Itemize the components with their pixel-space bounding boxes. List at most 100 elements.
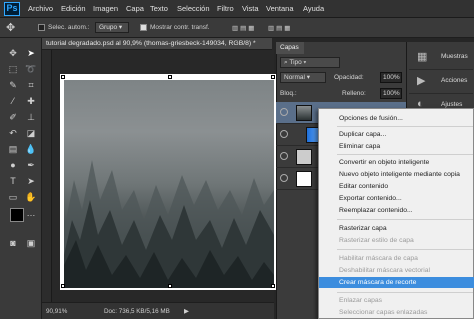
menu-item-duplicar-capa[interactable]: Duplicar capa... xyxy=(319,129,474,140)
dock-acciones[interactable]: ▶ Acciones xyxy=(409,70,473,94)
eye-icon[interactable] xyxy=(280,174,288,182)
move-icon[interactable]: ✥ xyxy=(6,46,20,60)
pen-icon[interactable]: ✒ xyxy=(24,158,38,172)
blur-icon[interactable]: 💧 xyxy=(24,142,38,156)
menu-texto[interactable]: Texto xyxy=(150,4,168,13)
lock-label: Bloq.: xyxy=(280,90,297,97)
menu-item-enlazar-capas[interactable]: Enlazar capas xyxy=(319,295,474,306)
menu-edicion[interactable]: Edición xyxy=(61,4,86,13)
zoom-level[interactable]: 90,91% xyxy=(46,308,67,315)
transform-handle-br[interactable] xyxy=(271,284,275,288)
arrow-icon[interactable]: ➤ xyxy=(24,46,38,60)
fill-input[interactable]: 100% xyxy=(380,88,402,99)
options-bar: ✥ Selec. autom.: Grupo ▾ Mostrar contr. … xyxy=(0,18,474,38)
autoselect-label: Selec. autom.: xyxy=(48,24,90,31)
dodge-icon[interactable]: ● xyxy=(6,158,20,172)
shape-icon[interactable]: ▭ xyxy=(6,190,20,204)
healing-icon[interactable]: ✚ xyxy=(24,94,38,108)
blend-mode-dropdown[interactable]: Normal ▾ xyxy=(280,72,326,83)
menu-archivo[interactable]: Archivo xyxy=(28,4,53,13)
menu-imagen[interactable]: Imagen xyxy=(93,4,118,13)
menu-ventana[interactable]: Ventana xyxy=(266,4,294,13)
menu-item-editar-contenido[interactable]: Editar contenido xyxy=(319,181,474,192)
blend-mode-value: Normal xyxy=(284,74,305,81)
opacity-input[interactable]: 100% xyxy=(380,72,402,83)
menu-ayuda[interactable]: Ayuda xyxy=(303,4,324,13)
dock-muestras[interactable]: ▦ Muestras xyxy=(409,46,473,70)
eye-icon[interactable] xyxy=(280,108,288,116)
eraser-icon[interactable]: ◪ xyxy=(24,126,38,140)
menu-item-exportar-contenido[interactable]: Exportar contenido... xyxy=(319,193,474,204)
status-arrow-icon[interactable]: ▶ xyxy=(184,308,189,315)
transform-handle-tr[interactable] xyxy=(271,75,275,79)
menu-item-opciones-fusion[interactable]: Opciones de fusión... xyxy=(319,113,474,124)
transform-handle-tm[interactable] xyxy=(168,75,172,79)
eye-icon[interactable] xyxy=(280,130,288,138)
layer-thumbnail xyxy=(296,149,312,165)
history-brush-icon[interactable]: ↶ xyxy=(6,126,20,140)
stamp-icon[interactable]: ⊥ xyxy=(24,110,38,124)
autoselect-group-dropdown[interactable]: Grupo ▾ xyxy=(95,22,129,33)
status-bar: 90,91% Doc: 736,5 KB/5,16 MB ▶ xyxy=(42,302,274,319)
document-title: tutorial degradado.psd al 90,9% (thomas-… xyxy=(46,40,256,47)
menu-item-nuevo-objeto-copia[interactable]: Nuevo objeto inteligente mediante copia xyxy=(319,169,474,180)
transform-label: Mostrar contr. transf. xyxy=(150,24,210,31)
vertical-ruler xyxy=(42,48,52,308)
menu-item-deshabilitar-mascara-vectorial[interactable]: Deshabilitar máscara vectorial xyxy=(319,265,474,276)
menu-item-rasterizar-estilo[interactable]: Rasterizar estilo de capa xyxy=(319,235,474,246)
dock-label: Acciones xyxy=(441,77,468,84)
quick-mask-icon[interactable]: ◙ xyxy=(6,236,20,250)
document-tab[interactable]: tutorial degradado.psd al 90,9% (thomas-… xyxy=(42,38,272,50)
dock-label: Ajustes xyxy=(441,101,463,108)
crop-icon[interactable]: ⌗ xyxy=(24,78,38,92)
play-icon: ▶ xyxy=(417,75,426,87)
menu-item-seleccionar-enlazadas[interactable]: Seleccionar capas enlazadas xyxy=(319,307,474,318)
align-icons[interactable]: ▥▤▦ xyxy=(232,24,256,32)
menu-filtro[interactable]: Filtro xyxy=(217,4,234,13)
gradient-icon[interactable]: ▤ xyxy=(6,142,20,156)
distribute-icons[interactable]: ▥▤▦ xyxy=(268,24,292,32)
type-icon[interactable]: T xyxy=(6,174,20,188)
menu-separator xyxy=(337,219,473,220)
menu-item-eliminar-capa[interactable]: Eliminar capa xyxy=(319,141,474,152)
brush-icon[interactable]: ✐ xyxy=(6,110,20,124)
opacity-label: Opacidad: xyxy=(334,74,364,81)
eye-icon[interactable] xyxy=(280,152,288,160)
move-tool-icon[interactable]: ✥ xyxy=(6,21,15,34)
autoselect-checkbox[interactable] xyxy=(38,24,45,31)
photoshop-logo[interactable]: Ps xyxy=(4,2,20,16)
menu-capa[interactable]: Capa xyxy=(126,4,144,13)
quick-select-icon[interactable]: ✎ xyxy=(6,78,20,92)
layers-tab[interactable]: Capas xyxy=(276,42,304,54)
group-value: Grupo xyxy=(99,24,118,31)
layer-filter-dropdown[interactable]: ⌕ Tipo ▾ xyxy=(280,57,340,68)
menu-separator xyxy=(337,249,473,250)
eyedropper-icon[interactable]: ⁄ xyxy=(6,94,20,108)
menu-seleccion[interactable]: Selección xyxy=(177,4,210,13)
fill-label: Relleno: xyxy=(342,90,366,97)
document-size: Doc: 736,5 KB/5,16 MB xyxy=(104,308,170,315)
more-tools-icon[interactable]: … xyxy=(24,206,38,220)
menu-separator xyxy=(337,292,473,293)
transform-handle-bl[interactable] xyxy=(61,284,65,288)
layer-thumbnail xyxy=(296,105,312,121)
menu-item-habilitar-mascara[interactable]: Habilitar máscara de capa xyxy=(319,253,474,264)
hand-icon[interactable]: ✋ xyxy=(24,190,38,204)
forest-trees-image xyxy=(64,160,274,288)
transform-checkbox[interactable] xyxy=(140,24,147,31)
transform-handle-bm[interactable] xyxy=(168,284,172,288)
screen-mode-icon[interactable]: ▣ xyxy=(24,236,38,250)
marquee-icon[interactable]: ⬚ xyxy=(6,62,20,76)
menu-item-convertir-objeto[interactable]: Convertir en objeto inteligente xyxy=(319,157,474,168)
menu-item-rasterizar-capa[interactable]: Rasterizar capa xyxy=(319,223,474,234)
menu-item-crear-mascara-recorte[interactable]: Crear máscara de recorte xyxy=(319,277,474,288)
lasso-icon[interactable]: ➰ xyxy=(24,62,38,76)
transform-handle-tl[interactable] xyxy=(61,75,65,79)
menu-vista[interactable]: Vista xyxy=(242,4,259,13)
foreground-color-swatch[interactable] xyxy=(10,208,24,222)
menu-item-reemplazar-contenido[interactable]: Reemplazar contenido... xyxy=(319,205,474,216)
forest-photo[interactable] xyxy=(64,80,274,288)
menu-bar: Ps Archivo Edición Imagen Capa Texto Sel… xyxy=(0,0,474,18)
search-icon: ⌕ xyxy=(284,59,288,66)
path-select-icon[interactable]: ➤ xyxy=(24,174,38,188)
